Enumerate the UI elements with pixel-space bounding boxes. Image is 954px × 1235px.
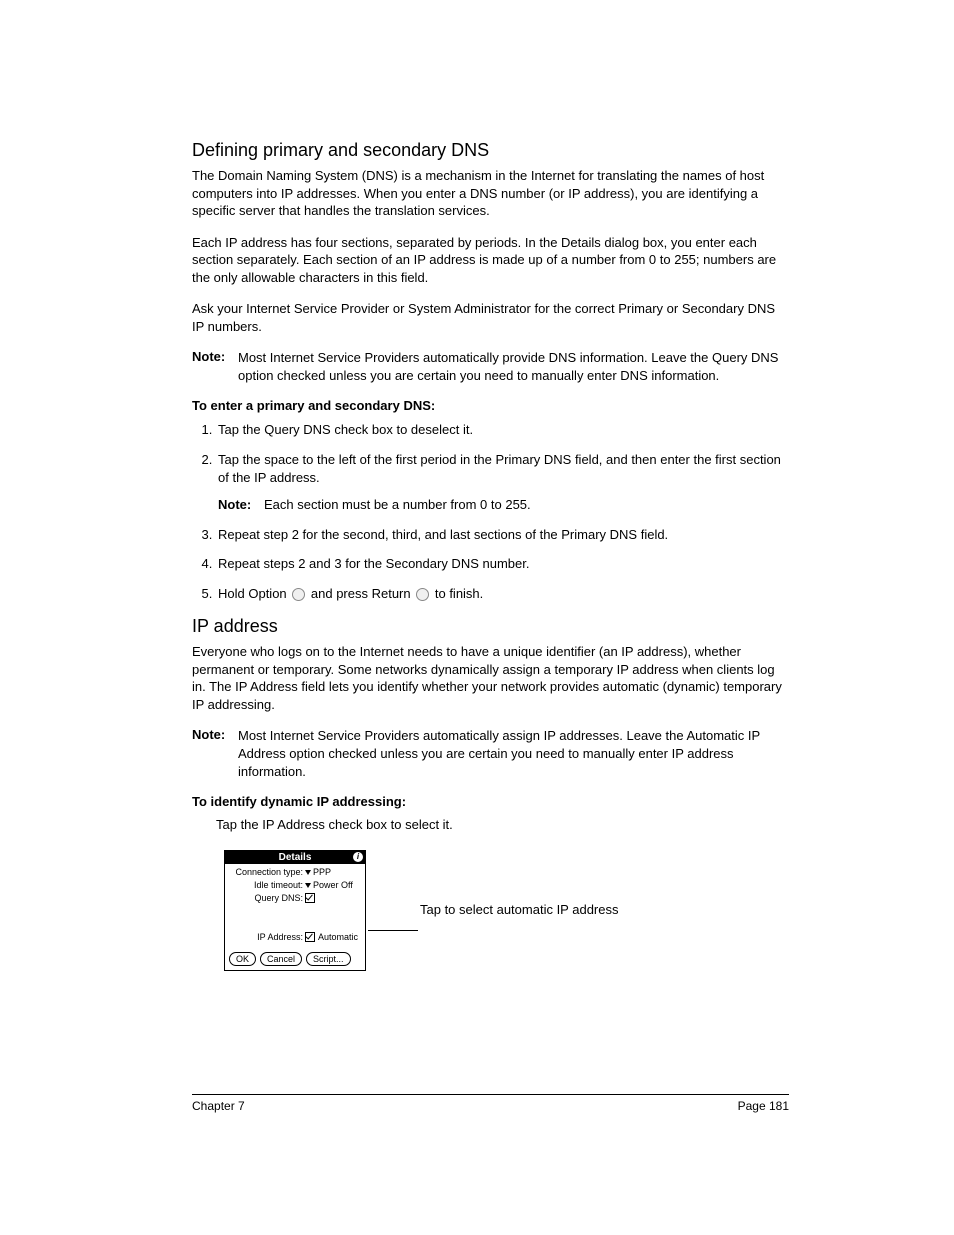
dropdown[interactable]: Power Off bbox=[305, 880, 353, 890]
checkbox[interactable] bbox=[305, 893, 318, 903]
dialog-title-bar: Details i bbox=[225, 851, 365, 864]
info-icon: i bbox=[353, 852, 363, 862]
field-row: IP Address: Automatic bbox=[229, 932, 361, 942]
subheading: To enter a primary and secondary DNS: bbox=[192, 398, 789, 413]
note-body: Most Internet Service Providers automati… bbox=[238, 727, 789, 780]
field-label: Query DNS: bbox=[229, 893, 305, 903]
note-label: Note: bbox=[192, 727, 238, 780]
field-row: Idle timeout: Power Off bbox=[229, 880, 361, 890]
field-row: Query DNS: bbox=[229, 893, 361, 903]
list-item: Hold Option and press Return to finish. bbox=[216, 585, 789, 603]
checkbox[interactable]: Automatic bbox=[305, 932, 358, 942]
footer-right: Page 181 bbox=[738, 1099, 789, 1113]
steps-list: Tap the Query DNS check box to deselect … bbox=[192, 421, 789, 602]
checkbox-icon bbox=[305, 893, 315, 903]
note-label: Note: bbox=[218, 496, 264, 514]
note-block: Note: Most Internet Service Providers au… bbox=[192, 349, 789, 384]
subheading: To identify dynamic IP addressing: bbox=[192, 794, 789, 809]
field-label: IP Address: bbox=[229, 932, 305, 942]
inner-note: Note: Each section must be a number from… bbox=[218, 496, 789, 514]
body-text: Each IP address has four sections, separ… bbox=[192, 234, 789, 287]
field-label: Connection type: bbox=[229, 867, 305, 877]
callout-text: Tap to select automatic IP address bbox=[420, 902, 618, 919]
note-label: Note: bbox=[192, 349, 238, 384]
body-text: Everyone who logs on to the Internet nee… bbox=[192, 643, 789, 713]
callout-leader-line bbox=[368, 930, 418, 931]
callout-label: Tap to select automatic IP address bbox=[420, 902, 618, 917]
list-item: Repeat steps 2 and 3 for the Secondary D… bbox=[216, 555, 789, 573]
footer-left: Chapter 7 bbox=[192, 1099, 245, 1113]
body-text: The Domain Naming System (DNS) is a mech… bbox=[192, 167, 789, 220]
field-value: Automatic bbox=[318, 932, 358, 942]
checkbox-icon bbox=[305, 932, 315, 942]
option-key-icon bbox=[292, 588, 305, 601]
step-text: Tap the space to the left of the first p… bbox=[218, 452, 781, 485]
field-row: Connection type: PPP bbox=[229, 867, 361, 877]
field-value: PPP bbox=[313, 867, 331, 877]
page-footer: Chapter 7 Page 181 bbox=[192, 1094, 789, 1113]
chevron-down-icon bbox=[305, 870, 311, 875]
note-body: Each section must be a number from 0 to … bbox=[264, 496, 531, 514]
ok-button[interactable]: OK bbox=[229, 952, 256, 966]
figure: Details i Connection type: PPP Idle time… bbox=[224, 850, 789, 971]
body-text: Ask your Internet Service Provider or Sy… bbox=[192, 300, 789, 335]
page: Defining primary and secondary DNS The D… bbox=[0, 0, 954, 1235]
list-item: Tap the Query DNS check box to deselect … bbox=[216, 421, 789, 439]
details-dialog: Details i Connection type: PPP Idle time… bbox=[224, 850, 366, 971]
step-text: Hold Option bbox=[218, 586, 290, 601]
dialog-title: Details bbox=[279, 852, 312, 863]
dialog-body: Connection type: PPP Idle timeout: Power… bbox=[225, 864, 365, 949]
cancel-button[interactable]: Cancel bbox=[260, 952, 302, 966]
script-button[interactable]: Script... bbox=[306, 952, 351, 966]
heading-dns: Defining primary and secondary DNS bbox=[192, 140, 789, 161]
button-row: OK Cancel Script... bbox=[225, 949, 365, 970]
chevron-down-icon bbox=[305, 883, 311, 888]
dropdown[interactable]: PPP bbox=[305, 867, 331, 877]
list-item: Repeat step 2 for the second, third, and… bbox=[216, 526, 789, 544]
step-text: to finish. bbox=[435, 586, 483, 601]
step-text: and press Return bbox=[311, 586, 414, 601]
list-item: Tap the space to the left of the first p… bbox=[216, 451, 789, 514]
note-block: Note: Most Internet Service Providers au… bbox=[192, 727, 789, 780]
instruction-text: Tap the IP Address check box to select i… bbox=[216, 817, 789, 832]
field-label: Idle timeout: bbox=[229, 880, 305, 890]
field-value: Power Off bbox=[313, 880, 353, 890]
spacer bbox=[229, 906, 361, 932]
return-key-icon bbox=[416, 588, 429, 601]
heading-ip: IP address bbox=[192, 616, 789, 637]
note-body: Most Internet Service Providers automati… bbox=[238, 349, 789, 384]
